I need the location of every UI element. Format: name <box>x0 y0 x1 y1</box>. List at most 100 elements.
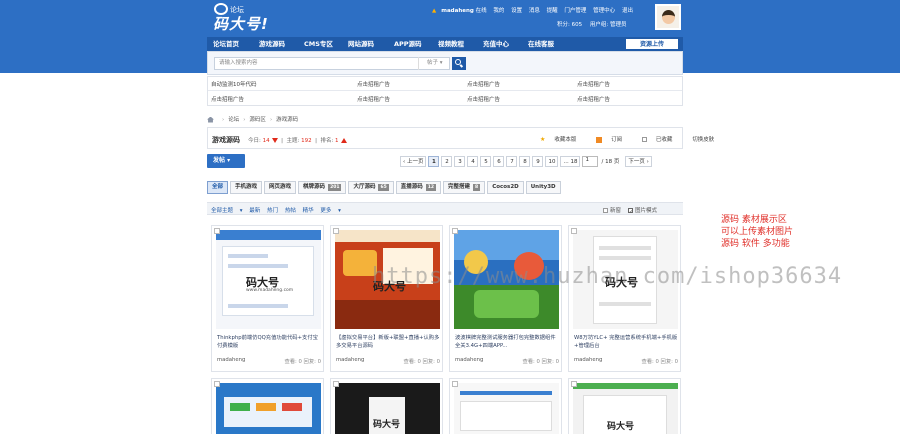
thread-card[interactable]: 码大号 www.madaheng.com Thinkphp前端仿QQ充值功能代码… <box>211 225 324 372</box>
site-logo[interactable]: 论坛 码大号! <box>213 2 273 34</box>
switch-skin-button[interactable]: 切换皮肤 <box>692 137 714 143</box>
new-post-button[interactable]: 发帖 ▾ <box>207 154 245 168</box>
new-window-toggle[interactable]: 新窗 <box>602 208 621 214</box>
user-link-logout[interactable]: 退出 <box>622 8 633 14</box>
filter-more[interactable]: 更多 ▾ <box>320 208 341 214</box>
pager-page[interactable]: 9 <box>532 156 544 167</box>
search-input[interactable]: 请输入搜索内容 <box>214 57 450 70</box>
nav-item-game-source[interactable]: 游戏源码 <box>259 37 285 51</box>
search-button[interactable] <box>452 57 466 70</box>
pager-page[interactable]: ... 18 <box>560 156 581 167</box>
nav-item-cms[interactable]: CMS专区 <box>304 37 333 51</box>
avatar[interactable] <box>655 4 681 30</box>
thread-card[interactable]: 码大号 <box>330 378 443 434</box>
ad-cell[interactable]: 点击招租广告 <box>357 95 390 103</box>
nav-item-support[interactable]: 在线客服 <box>528 37 554 51</box>
thread-author[interactable]: madaheng <box>455 357 483 363</box>
select-checkbox[interactable] <box>571 228 577 234</box>
select-checkbox[interactable] <box>214 381 220 387</box>
search-type-select[interactable]: 帖子 ▾ <box>418 57 450 70</box>
user-credits[interactable]: 积分: 605 <box>557 22 582 28</box>
select-checkbox[interactable] <box>452 381 458 387</box>
favorited-button[interactable]: 已收藏 <box>641 137 682 143</box>
thread-title[interactable]: W8万坊YLC+ 完整运营系统手机端+手机版+管理后台 <box>574 334 678 350</box>
tab-complete-setup[interactable]: 完整搭建 8 <box>443 181 486 194</box>
home-icon[interactable] <box>207 116 214 123</box>
thread-author[interactable]: madaheng <box>336 357 364 363</box>
ad-cell[interactable]: 点击招租广告 <box>467 95 500 103</box>
thread-thumbnail[interactable] <box>454 383 559 434</box>
thread-title[interactable]: 波波棋牌完整测试服务器打包完整数据组件全关3.4G+四端APP... <box>455 334 559 350</box>
ad-cell[interactable]: 点击招租广告 <box>357 80 390 88</box>
filter-all-topics[interactable]: 全部主题 ▾ <box>211 208 243 214</box>
pager-page[interactable]: 4 <box>467 156 479 167</box>
select-checkbox[interactable] <box>333 228 339 234</box>
nav-item-recharge[interactable]: 充值中心 <box>483 37 509 51</box>
select-checkbox[interactable] <box>333 381 339 387</box>
pager-page[interactable]: 10 <box>545 156 559 167</box>
user-link-portal[interactable]: 门户管理 <box>564 8 586 14</box>
nav-item-video[interactable]: 视频教程 <box>438 37 464 51</box>
pager-prev[interactable]: ‹ 上一页 <box>400 156 427 167</box>
tab-unity3d[interactable]: Unity3D <box>525 181 561 194</box>
thread-card[interactable]: 码大号 【虚拟交易平台】新版+联盟+直播+认购多多交易平台源码 madaheng… <box>330 225 443 372</box>
thread-author[interactable]: madaheng <box>217 357 245 363</box>
thread-thumbnail[interactable]: 码大号 www.madaheng.com <box>216 230 321 329</box>
tab-chess-card[interactable]: 棋牌源码 201 <box>298 181 347 194</box>
nav-item-web-source[interactable]: 网站源码 <box>348 37 374 51</box>
ad-cell[interactable]: 点击招租广告 <box>211 95 244 103</box>
pager-next[interactable]: 下一页 › <box>625 156 652 167</box>
pager-page[interactable]: 1 <box>428 156 440 167</box>
tab-lobby[interactable]: 大厅源码 65 <box>348 181 394 194</box>
filter-hot[interactable]: 热门 <box>267 208 278 214</box>
grid-mode-toggle[interactable]: ✓图片模式 <box>627 208 657 215</box>
thread-card[interactable] <box>211 378 324 434</box>
nav-item-home[interactable]: 论坛首页 <box>213 37 239 51</box>
user-link-admin[interactable]: 管理中心 <box>593 8 615 14</box>
thread-card[interactable]: 码大号 <box>568 378 681 434</box>
thread-thumbnail[interactable]: 码大号 <box>573 383 678 434</box>
thread-title[interactable]: Thinkphp前端仿QQ充值功能代码+支付宝付费模版 <box>217 334 321 350</box>
filter-digest[interactable]: 精华 <box>303 208 314 214</box>
thread-thumbnail[interactable]: 码大号 <box>335 383 440 434</box>
user-link-messages[interactable]: 消息 <box>529 8 540 14</box>
pager-page[interactable]: 3 <box>454 156 466 167</box>
tab-live[interactable]: 直播源码 12 <box>395 181 442 194</box>
user-group[interactable]: 用户组: 管理员 <box>590 22 627 28</box>
select-checkbox[interactable] <box>571 381 577 387</box>
ad-cell[interactable]: 自动监测10年代码 <box>211 80 257 88</box>
favorite-button[interactable]: ★ 收藏本版 <box>540 136 585 143</box>
upload-button[interactable]: 资源上传 <box>626 39 678 49</box>
user-name[interactable]: madaheng <box>441 8 474 14</box>
pager-page[interactable]: 7 <box>506 156 518 167</box>
thread-author[interactable]: madaheng <box>574 357 602 363</box>
select-checkbox[interactable] <box>214 228 220 234</box>
ad-cell[interactable]: 点击招租广告 <box>577 80 610 88</box>
thread-card[interactable]: 波波棋牌完整测试服务器打包完整数据组件全关3.4G+四端APP... madah… <box>449 225 562 372</box>
tab-all[interactable]: 全部 <box>207 181 229 194</box>
thread-card[interactable]: 码大号 W8万坊YLC+ 完整运营系统手机端+手机版+管理后台 madaheng… <box>568 225 681 372</box>
tab-cocos2d[interactable]: Cocos2D <box>487 181 524 194</box>
pager-jump-input[interactable]: 1 <box>582 156 599 167</box>
ad-cell[interactable]: 点击招租广告 <box>467 80 500 88</box>
thread-thumbnail[interactable] <box>216 383 321 434</box>
filter-hot-posts[interactable]: 热帖 <box>285 208 296 214</box>
breadcrumb-item[interactable]: 论坛 <box>228 117 239 123</box>
ad-cell[interactable]: 点击招租广告 <box>577 95 610 103</box>
pager-page[interactable]: 5 <box>480 156 492 167</box>
tab-web-games[interactable]: 网页游戏 <box>264 181 297 194</box>
pager-page[interactable]: 2 <box>441 156 453 167</box>
thread-title[interactable]: 【虚拟交易平台】新版+联盟+直播+认购多多交易平台源码 <box>336 334 440 350</box>
pager-page[interactable]: 8 <box>519 156 531 167</box>
pager-page[interactable]: 6 <box>493 156 505 167</box>
select-checkbox[interactable] <box>452 228 458 234</box>
subscribe-button[interactable]: 订阅 <box>596 136 631 143</box>
filter-latest[interactable]: 最新 <box>249 208 260 214</box>
user-link-mine[interactable]: 我的 <box>493 8 504 14</box>
user-link-settings[interactable]: 设置 <box>511 8 522 14</box>
breadcrumb-item[interactable]: 源码区 <box>249 117 266 123</box>
thread-card[interactable] <box>449 378 562 434</box>
nav-item-app-source[interactable]: APP源码 <box>394 37 422 51</box>
user-link-alerts[interactable]: 提醒 <box>547 8 558 14</box>
tab-mobile-games[interactable]: 手机游戏 <box>230 181 263 194</box>
